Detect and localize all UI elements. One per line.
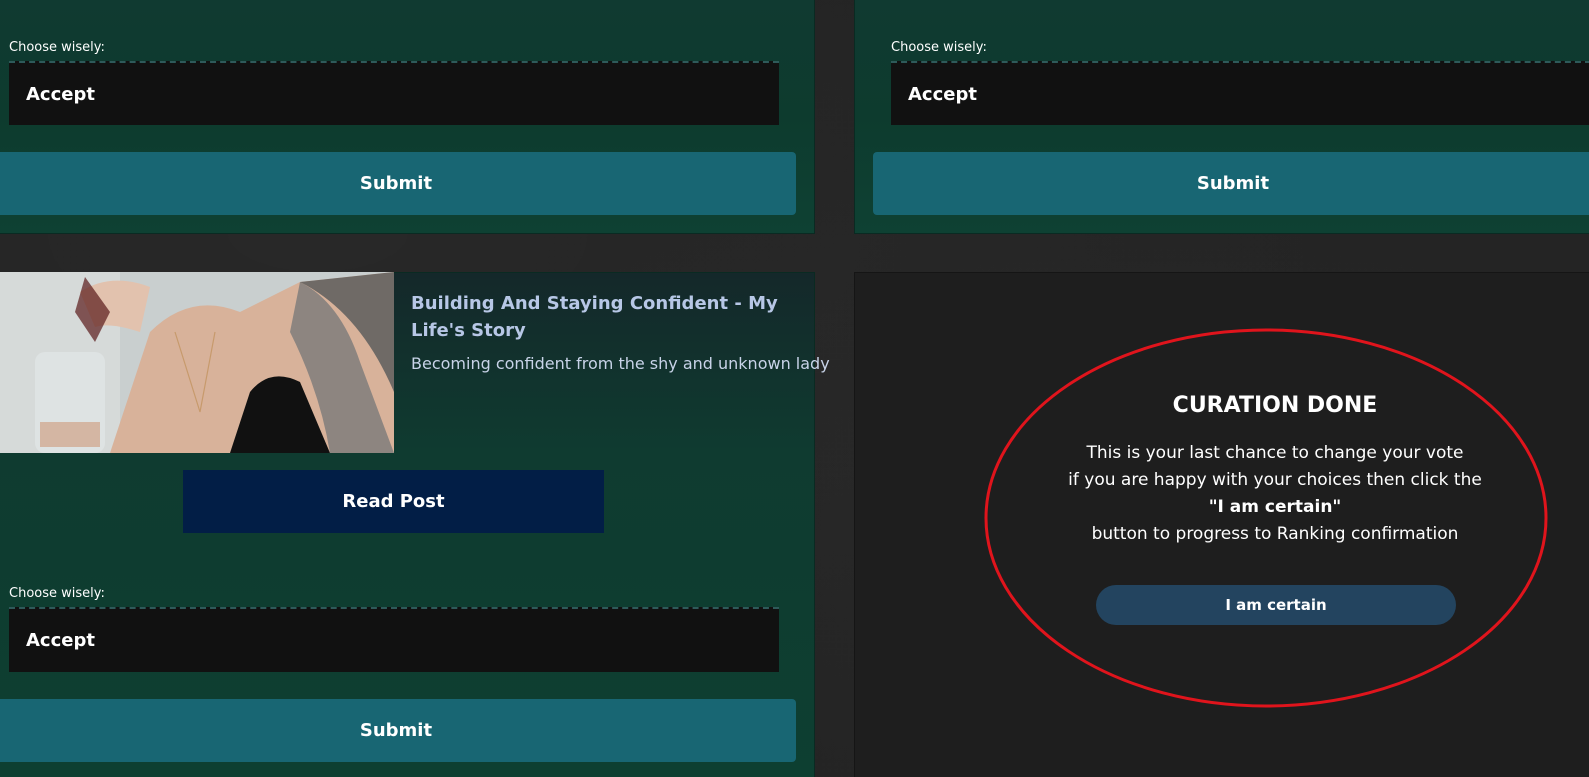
submit-button[interactable]: Submit	[873, 152, 1589, 215]
vote-select[interactable]: Accept	[9, 607, 779, 672]
choose-label: Choose wisely:	[9, 40, 105, 55]
submit-button[interactable]: Submit	[0, 699, 796, 762]
post-description: Becoming confident from the shy and unkn…	[411, 354, 830, 373]
choose-label: Choose wisely:	[891, 40, 987, 55]
choose-label: Choose wisely:	[9, 586, 105, 601]
post-thumbnail-image	[0, 272, 394, 453]
read-post-button[interactable]: Read Post	[183, 470, 604, 533]
annotation-circle	[984, 328, 1548, 708]
submit-button[interactable]: Submit	[0, 152, 796, 215]
post-thumbnail[interactable]	[0, 272, 394, 453]
vote-select[interactable]: Accept	[891, 61, 1589, 125]
vote-select[interactable]: Accept	[9, 61, 779, 125]
post-title[interactable]: Building And Staying Confident - My Life…	[411, 290, 806, 344]
